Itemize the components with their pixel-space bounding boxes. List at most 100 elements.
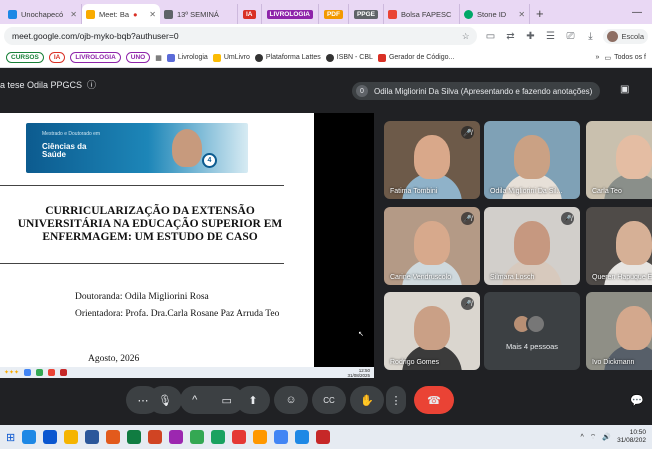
info-icon[interactable]: ⓘ bbox=[87, 78, 96, 91]
url-field[interactable]: meet.google.com/ojb-myko-bqb?authuser=0 ☆ bbox=[4, 27, 478, 45]
captions-button[interactable]: CC bbox=[312, 386, 346, 414]
chevron-up-icon[interactable]: ^ bbox=[192, 394, 197, 406]
bookmark-lattes[interactable]: Plataforma Lattes bbox=[254, 53, 321, 62]
bookmark-livrologia-pill[interactable]: LIVROLOGIA bbox=[70, 52, 121, 63]
taskbar-app-icon[interactable] bbox=[169, 430, 184, 444]
camera-icon[interactable]: ▭ bbox=[483, 29, 497, 43]
taskbar-app-icon[interactable] bbox=[127, 430, 142, 444]
taskbar-app-icon[interactable] bbox=[295, 430, 310, 444]
download-icon[interactable]: ⤓ bbox=[583, 29, 597, 43]
participant-face bbox=[616, 221, 652, 265]
tab-meet[interactable]: Meet: Ba ● ✕ bbox=[82, 4, 160, 24]
tab-ppge[interactable]: PPGE bbox=[349, 4, 385, 24]
bookmark-umlivro[interactable]: UmLivro bbox=[212, 53, 250, 62]
cast-icon[interactable]: ⎚ bbox=[563, 29, 577, 43]
bookmark-cursos[interactable]: CURSOS bbox=[6, 52, 44, 63]
participant-tile[interactable]: Carla Teo bbox=[586, 121, 652, 199]
reactions-button[interactable]: ☺ bbox=[274, 386, 308, 414]
taskbar-app-icon[interactable] bbox=[22, 430, 37, 444]
translate-icon[interactable]: ⇄ bbox=[503, 29, 517, 43]
bookmark-uno[interactable]: UNO bbox=[125, 52, 151, 63]
participant-face bbox=[514, 135, 550, 179]
taskbar-app-icon[interactable] bbox=[190, 430, 205, 444]
banner-seal: 4 bbox=[202, 153, 217, 168]
tab-unochapeco[interactable]: Unochapecó ✕ bbox=[4, 4, 82, 24]
bookmark-gerador[interactable]: Gerador de Código... bbox=[377, 53, 455, 62]
clock-time: 10:50 bbox=[629, 429, 646, 436]
raise-hand-button[interactable]: ✋ bbox=[350, 386, 384, 414]
tab-seminario[interactable]: 13º SEMINÁ bbox=[160, 4, 238, 24]
taskbar-app-icon[interactable] bbox=[253, 430, 268, 444]
more-people-tile[interactable]: Mais 4 pessoas bbox=[484, 292, 580, 370]
presenter-chip[interactable]: 0 Odila Migliorini Da Silva (Apresentand… bbox=[352, 82, 601, 100]
new-tab-button[interactable]: + bbox=[530, 6, 550, 24]
presenter-label: Odila Migliorini Da Silva (Apresentando … bbox=[374, 86, 593, 96]
participant-tile[interactable]: Queren Hapuque E bbox=[586, 207, 652, 285]
close-icon[interactable]: ✕ bbox=[518, 10, 525, 19]
bookmark-label: ISBN - CBL bbox=[336, 54, 373, 61]
app-icon bbox=[48, 369, 56, 376]
clock[interactable]: 10:50 31/08/202 bbox=[617, 429, 646, 445]
bookmark-isbn[interactable]: ISBN - CBL bbox=[325, 53, 373, 62]
chat-button[interactable]: 💬 bbox=[630, 394, 644, 407]
slide-title: CURRICULARIZAÇÃO DA EXTENSÃO UNIVERSITÁR… bbox=[0, 205, 300, 244]
profile-button[interactable]: Escola bbox=[603, 28, 648, 44]
bookmark-label: Gerador de Código... bbox=[388, 54, 455, 61]
extensions-icon[interactable]: ✚ bbox=[523, 29, 537, 43]
participant-tile[interactable]: Odila Migliorini Da Sil... bbox=[484, 121, 580, 199]
hang-up-button[interactable]: ☎ bbox=[414, 386, 454, 414]
bookmark-livrologia[interactable]: Livrologia bbox=[166, 53, 208, 62]
more-bookmarks-icon[interactable]: » bbox=[596, 54, 600, 61]
taskbar-app-icon[interactable] bbox=[148, 430, 163, 444]
emoji-icon: ☺ bbox=[285, 394, 297, 406]
taskbar-app-icon[interactable] bbox=[43, 430, 58, 444]
taskbar-app-icon[interactable] bbox=[211, 430, 226, 444]
tab-ia[interactable]: IA bbox=[238, 4, 262, 24]
url-text: meet.google.com/ojb-myko-bqb?authuser=0 bbox=[12, 31, 179, 41]
participant-name: Carla Teo bbox=[592, 188, 622, 195]
participant-tile[interactable]: Ivo Dickmann bbox=[586, 292, 652, 370]
banner-subtitle: Mestrado e Doutorado em bbox=[42, 131, 101, 137]
star-icon[interactable]: ☆ bbox=[462, 31, 470, 42]
tab-livrologia[interactable]: LIVROLOGIA bbox=[262, 4, 319, 24]
reading-list-icon[interactable]: ☰ bbox=[543, 29, 557, 43]
gmail-icon bbox=[388, 9, 398, 19]
participant-tile[interactable]: Carine Vendruscolo 🎤̸ bbox=[384, 207, 480, 285]
taskbar-app-icon[interactable] bbox=[274, 430, 289, 444]
participant-name: Carine Vendruscolo bbox=[390, 274, 452, 281]
participant-tile[interactable]: Fatima Tombini 🎤̸ bbox=[384, 121, 480, 199]
bookmark-icon bbox=[254, 53, 263, 62]
close-icon[interactable]: ✕ bbox=[149, 10, 156, 19]
participant-name: Rodrigo Gomes bbox=[390, 359, 440, 366]
present-button[interactable]: ⬆ bbox=[236, 386, 270, 414]
tab-bolsa[interactable]: Bolsa FAPESC bbox=[384, 4, 461, 24]
chevron-up-icon[interactable]: ^ bbox=[580, 434, 583, 441]
options-button[interactable]: ⋮ bbox=[386, 386, 406, 414]
bookmark-folder[interactable]: ▭ Todos os f bbox=[604, 54, 646, 62]
taskbar-app-icon[interactable] bbox=[316, 430, 331, 444]
network-icon[interactable]: ⌔ bbox=[590, 433, 597, 442]
taskbar-app-icon[interactable] bbox=[232, 430, 247, 444]
tab-stone[interactable]: Stone ID ✕ bbox=[460, 4, 531, 24]
taskbar-app-icon[interactable] bbox=[85, 430, 100, 444]
camera-button[interactable]: ^ ▭ bbox=[180, 386, 244, 414]
start-icon[interactable]: ⊞ bbox=[6, 431, 15, 444]
slide-title-line: CURRICULARIZAÇÃO DA EXTENSÃO bbox=[45, 205, 255, 217]
tab-badge: LIVROLOGIA bbox=[266, 9, 313, 19]
taskbar-app-icon[interactable] bbox=[106, 430, 121, 444]
mic-button[interactable]: 🎙 bbox=[148, 386, 182, 414]
bookmark-icon bbox=[212, 53, 221, 62]
volume-icon[interactable]: 🔊 bbox=[602, 433, 611, 441]
layout-icon[interactable]: ▣ bbox=[620, 84, 634, 98]
bookmark-ia[interactable]: IA bbox=[48, 52, 66, 63]
participant-face bbox=[414, 306, 450, 350]
participant-tile[interactable]: Rodrigo Gomes 🎤̸ bbox=[384, 292, 480, 370]
participant-tile[interactable]: Silmara Losch 🎤̸ bbox=[484, 207, 580, 285]
close-icon[interactable]: ✕ bbox=[70, 10, 77, 19]
minimize-button[interactable]: — bbox=[632, 7, 642, 18]
participant-face bbox=[616, 135, 652, 179]
slide-date: Agosto, 2026 bbox=[88, 354, 140, 364]
apps-grid-icon[interactable]: ▦ bbox=[155, 54, 162, 62]
taskbar-app-icon[interactable] bbox=[64, 430, 79, 444]
tab-pdf[interactable]: PDF bbox=[319, 4, 349, 24]
